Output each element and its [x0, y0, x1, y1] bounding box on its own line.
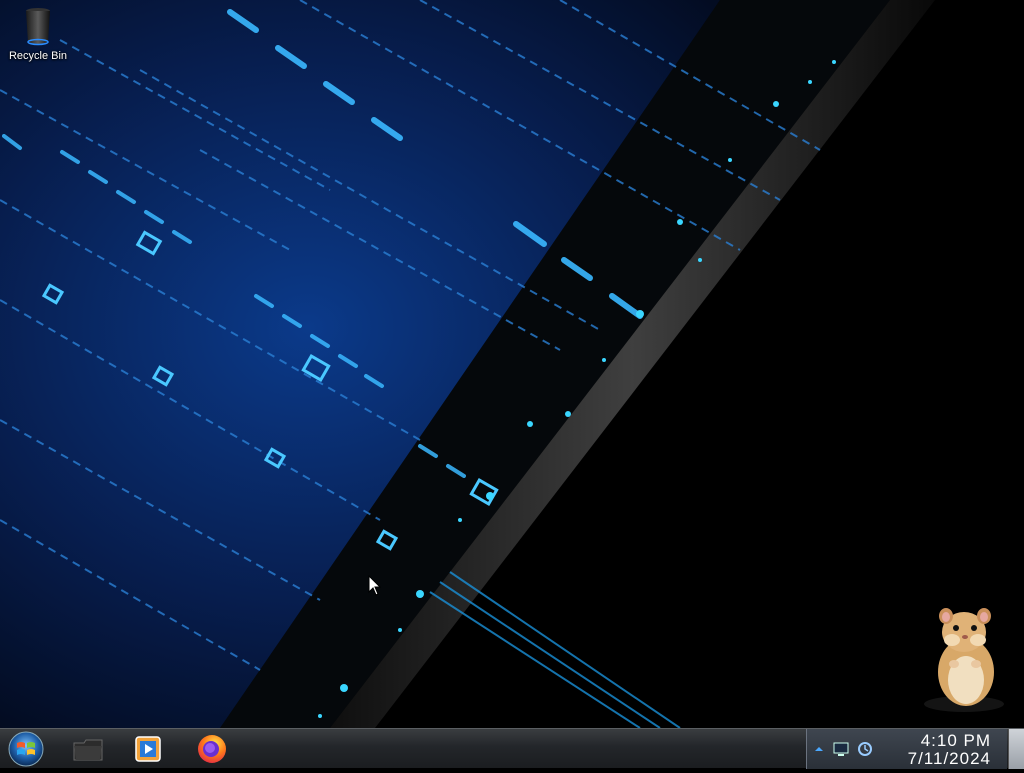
- desktop[interactable]: Recycle Bin: [0, 0, 1024, 728]
- recycle-bin-label: Recycle Bin: [8, 50, 68, 62]
- show-hidden-icons-arrow[interactable]: [815, 745, 823, 753]
- notification-area: 4:10 PM 7/11/2024: [806, 729, 1007, 769]
- network-activity-icon[interactable]: [857, 741, 873, 757]
- taskbar-firefox-button[interactable]: [186, 730, 238, 768]
- recycle-bin-icon: [26, 8, 50, 46]
- hamster-gadget[interactable]: [918, 604, 1010, 712]
- desktop-wallpaper: [0, 0, 935, 728]
- desktop-icon-recycle-bin[interactable]: Recycle Bin: [4, 6, 72, 62]
- taskbar: 4:10 PM 7/11/2024: [0, 728, 1024, 769]
- taskbar-media-player-button[interactable]: [122, 730, 174, 768]
- windows-start-orb-icon: [8, 731, 44, 767]
- start-button[interactable]: [6, 730, 46, 768]
- mouse-cursor: [368, 575, 382, 596]
- taskbar-file-explorer-button[interactable]: [62, 730, 114, 768]
- clock-date[interactable]: 7/11/2024: [908, 749, 991, 769]
- clock-time[interactable]: 4:10 PM: [921, 731, 991, 751]
- network-monitor-icon[interactable]: [833, 741, 849, 757]
- folder-icon: [73, 739, 103, 761]
- firefox-icon: [198, 735, 226, 763]
- media-player-icon: [135, 736, 161, 762]
- show-desktop-button[interactable]: [1008, 729, 1024, 769]
